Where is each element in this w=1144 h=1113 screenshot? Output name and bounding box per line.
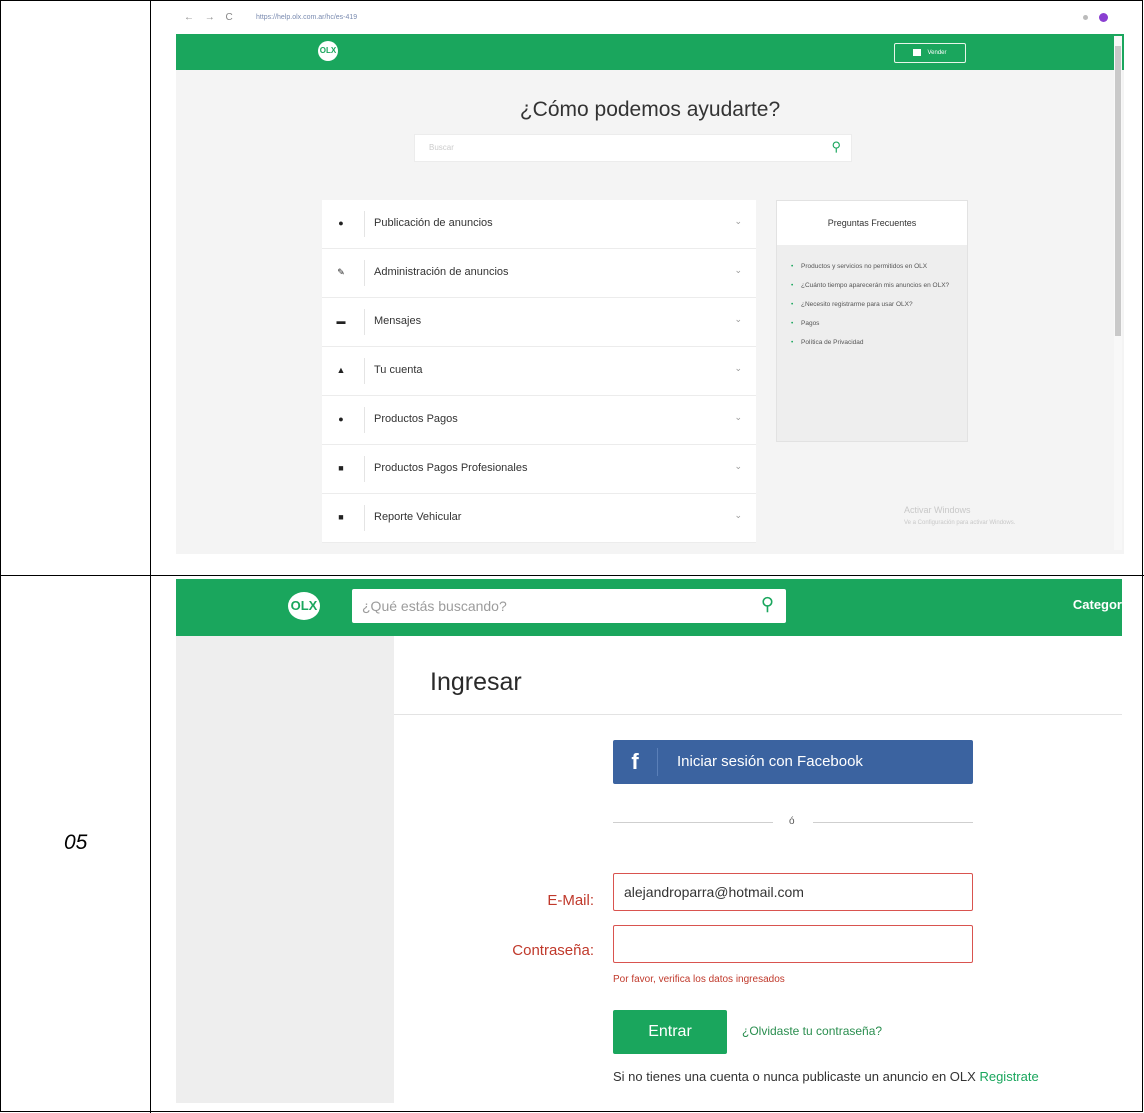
user-icon: ▲ [336, 365, 346, 375]
chevron-down-icon[interactable]: ⌄ [734, 265, 742, 276]
topic-row[interactable]: ▲ Tu cuenta ⌄ [322, 347, 756, 396]
facebook-icon: f [631, 749, 639, 774]
scrollbar[interactable] [1114, 36, 1122, 550]
title-divider [394, 714, 1122, 715]
signup-prompt: Si no tienes una cuenta o nunca publicas… [613, 1069, 1039, 1084]
chevron-down-icon[interactable]: ⌄ [734, 314, 742, 325]
windows-watermark: Activar Windows Ve a Configuración para … [904, 504, 1015, 530]
topic-separator [364, 211, 365, 237]
help-search-placeholder: Buscar [429, 143, 454, 152]
help-title: ¿Cómo podemos ayudarte? [519, 98, 781, 121]
address-bar[interactable]: https://help.olx.com.ar/hc/es-419 [256, 14, 357, 21]
email-label: E-Mail: [547, 892, 594, 909]
left-sidebar [176, 636, 394, 1103]
password-field[interactable] [613, 925, 973, 963]
chevron-down-icon[interactable]: ⌄ [734, 412, 742, 423]
site-search-input[interactable]: ¿Qué estás buscando? ⚲ [352, 589, 786, 623]
faq-title: Preguntas Frecuentes [777, 201, 967, 245]
topic-label: Productos Pagos Profesionales [374, 462, 528, 474]
chevron-down-icon[interactable]: ⌄ [734, 510, 742, 521]
or-line-left [613, 822, 773, 823]
facebook-separator [657, 748, 658, 776]
topic-label: Publicación de anuncios [374, 217, 493, 229]
table-row-divider [0, 575, 1144, 576]
faq-link[interactable]: Pagos [791, 318, 957, 329]
camera-icon [913, 48, 922, 56]
tag-icon: ● [338, 218, 344, 228]
briefcase-icon: ■ [338, 463, 344, 473]
topic-label: Reporte Vehicular [374, 511, 462, 523]
table-column-divider [150, 0, 151, 1113]
faq-link[interactable]: Política de Privacidad [791, 337, 957, 348]
coin-icon: ● [338, 414, 344, 424]
email-value: alejandroparra@hotmail.com [624, 884, 804, 900]
olx-logo[interactable]: OLX [318, 41, 338, 61]
forgot-password-link[interactable]: ¿Olvidaste tu contraseña? [742, 1024, 882, 1038]
olx-logo[interactable]: OLX [288, 592, 320, 620]
faq-link[interactable]: ¿Necesito registrarme para usar OLX? [791, 299, 957, 310]
help-center-screenshot: ← → C https://help.olx.com.ar/hc/es-419 … [176, 6, 1124, 554]
profile-icon[interactable] [1099, 13, 1108, 22]
chevron-down-icon[interactable]: ⌄ [734, 461, 742, 472]
email-field[interactable]: alejandroparra@hotmail.com [613, 873, 973, 911]
topic-separator [364, 505, 365, 531]
star-icon[interactable] [1083, 15, 1088, 20]
login-panel: Ingresar f Iniciar sesión con Facebook ó… [394, 636, 1122, 1103]
search-icon[interactable]: ⚲ [831, 139, 841, 155]
edit-icon: ✎ [337, 267, 345, 277]
page-title: Ingresar [430, 668, 522, 696]
topic-list: ● Publicación de anuncios ⌄ ✎ Administración… [322, 200, 756, 543]
topic-label: Mensajes [374, 315, 422, 327]
topic-separator [364, 456, 365, 482]
password-label: Contraseña: [512, 942, 594, 959]
topic-row[interactable]: ● Productos Pagos ⌄ [322, 396, 756, 445]
login-screenshot: OLX ¿Qué estás buscando? ⚲ Categor Ingre… [176, 579, 1122, 1103]
topic-separator [364, 358, 365, 384]
browser-nav-buttons[interactable]: ← → C [184, 12, 237, 23]
watermark-subtitle: Ve a Configuración para activar Windows. [904, 520, 1016, 526]
topic-row[interactable]: ■ Productos Pagos Profesionales ⌄ [322, 445, 756, 494]
faq-list: Productos y servicios no permitidos en O… [777, 245, 967, 348]
chevron-down-icon[interactable]: ⌄ [734, 363, 742, 374]
topic-label: Productos Pagos [374, 413, 458, 425]
facebook-login-button[interactable]: f Iniciar sesión con Facebook [613, 740, 973, 784]
topic-label: Tu cuenta [374, 364, 423, 376]
vender-button[interactable]: Vender [894, 43, 966, 63]
entrar-button[interactable]: Entrar [613, 1010, 727, 1054]
or-text: ó [789, 816, 795, 827]
faq-panel: Preguntas Frecuentes Productos y servici… [776, 200, 968, 442]
vender-label: Vender [927, 50, 947, 56]
facebook-login-label: Iniciar sesión con Facebook [677, 753, 863, 770]
signup-link[interactable]: Registrate [979, 1069, 1038, 1084]
chevron-down-icon[interactable]: ⌄ [734, 216, 742, 227]
help-search-input[interactable]: Buscar ⚲ [414, 134, 852, 162]
error-message: Por favor, verifica los datos ingresados [613, 974, 785, 985]
topic-row[interactable]: ▬ Mensajes ⌄ [322, 298, 756, 347]
topic-separator [364, 309, 365, 335]
topic-row[interactable]: ✎ Administración de anuncios ⌄ [322, 249, 756, 298]
categories-menu[interactable]: Categor [1073, 597, 1122, 612]
browser-chrome: ← → C https://help.olx.com.ar/hc/es-419 [176, 6, 1124, 34]
faq-link[interactable]: Productos y servicios no permitidos en O… [791, 261, 957, 272]
search-icon[interactable]: ⚲ [761, 594, 774, 615]
chat-icon: ▬ [336, 316, 346, 326]
scrollbar-thumb[interactable] [1115, 46, 1121, 336]
topic-separator [364, 260, 365, 286]
report-icon: ■ [338, 512, 344, 522]
site-search-placeholder: ¿Qué estás buscando? [362, 598, 507, 614]
topic-label: Administración de anuncios [374, 266, 509, 278]
or-line-right [813, 822, 973, 823]
topic-row[interactable]: ■ Reporte Vehicular ⌄ [322, 494, 756, 543]
topic-row[interactable]: ● Publicación de anuncios ⌄ [322, 200, 756, 249]
topic-separator [364, 407, 365, 433]
watermark-title: Activar Windows [904, 505, 971, 515]
signup-text: Si no tienes una cuenta o nunca publicas… [613, 1069, 976, 1084]
row-number-label: 05 [64, 831, 88, 854]
faq-link[interactable]: ¿Cuánto tiempo aparecerán mis anuncios e… [791, 280, 957, 291]
or-divider: ó [613, 816, 973, 828]
